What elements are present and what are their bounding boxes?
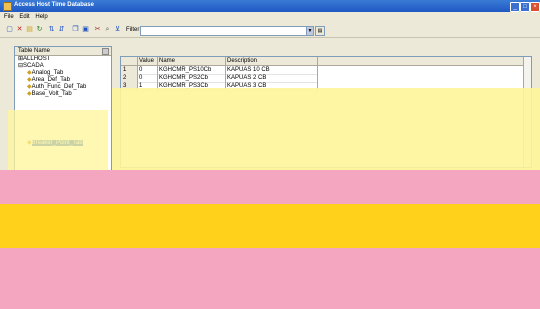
filter-icon[interactable]: ⊻ xyxy=(114,26,121,33)
close-button[interactable]: × xyxy=(530,2,540,12)
open-icon[interactable]: ▤ xyxy=(26,26,33,33)
tree-header-label: Table Name xyxy=(18,48,51,54)
tree-item-label: Area_Def_Tab xyxy=(31,77,70,83)
table-row[interactable]: 3 1 KGHCMR_PS3Cb KAPUAS 3 CB xyxy=(121,82,531,91)
tree-item-base-volt-tab[interactable]: ◆Base_Volt_Tab xyxy=(15,91,111,98)
sort-asc-icon[interactable]: ⇅ xyxy=(48,26,55,33)
column-header-description[interactable]: Description xyxy=(225,57,318,65)
filter-label: Filter: xyxy=(126,27,141,33)
grid-header: Value Name Description xyxy=(121,57,531,66)
tree-item-breaker-point-tab[interactable]: ◆Breaker_Point_Tab xyxy=(15,140,111,147)
paste-icon[interactable]: ▣ xyxy=(82,26,89,33)
menu-edit[interactable]: Edit xyxy=(19,12,29,22)
apply-filter-button[interactable]: ▤ xyxy=(315,26,325,36)
minimize-button[interactable]: _ xyxy=(510,2,520,12)
menu-help[interactable]: Help xyxy=(35,12,47,22)
copy-icon[interactable]: ❐ xyxy=(72,26,79,33)
tree-item-allhost[interactable]: ⊞ALLHOST xyxy=(15,56,111,63)
app-icon xyxy=(3,2,12,11)
tree-item-label: Analog_Tab xyxy=(31,70,64,76)
cell-value[interactable]: 1 xyxy=(137,82,158,91)
data-grid[interactable]: Value Name Description 1 0 KGHCMR_PS10Cb… xyxy=(120,56,532,168)
menu-file[interactable]: File xyxy=(4,12,14,22)
tree-item-auth-func-def-tab[interactable]: ◆Auth_Func_Def_Tab xyxy=(15,84,111,91)
sort-icon[interactable] xyxy=(102,48,109,55)
row-number: 3 xyxy=(121,82,138,91)
maximize-button[interactable]: □ xyxy=(520,2,530,12)
tree-item-label: Base_Volt_Tab xyxy=(31,91,72,97)
tree-item-label: Breaker_Point_Tab xyxy=(31,140,83,146)
title-bar: Access Host Time Database _ □ × xyxy=(0,0,540,12)
refresh-icon[interactable]: ↻ xyxy=(36,26,43,33)
tree-item-area-def-tab[interactable]: ◆Area_Def_Tab xyxy=(15,77,111,84)
cut-icon[interactable]: ✂ xyxy=(94,26,101,33)
pink-overlay-bottom xyxy=(0,248,540,309)
tree-item-label: ALLHOST xyxy=(23,56,51,62)
cell-description[interactable]: KAPUAS 3 CB xyxy=(225,82,318,91)
filter-dropdown-icon[interactable]: ▼ xyxy=(306,26,314,36)
row-number-header xyxy=(121,57,138,65)
toolbar: ▢ ✕ ▤ ↻ ⇅ ⇵ ❐ ▣ ✂ ⌕ ⊻ Filter: ▼ ▤ xyxy=(0,24,540,38)
sort-desc-icon[interactable]: ⇵ xyxy=(58,26,65,33)
new-icon[interactable]: ▢ xyxy=(6,26,13,33)
column-header-value[interactable]: Value xyxy=(137,57,158,65)
cell-name[interactable]: KGHCMR_PS3Cb xyxy=(157,82,226,91)
tree-item-scada[interactable]: ⊟SCADA xyxy=(15,63,111,70)
orange-overlay xyxy=(0,204,540,248)
tree-item-analog-tab[interactable]: ◆Analog_Tab xyxy=(15,70,111,77)
table-icon: ◆ xyxy=(27,140,32,146)
vertical-scrollbar[interactable] xyxy=(523,57,531,167)
delete-icon[interactable]: ✕ xyxy=(16,26,23,33)
menu-bar: File Edit Help xyxy=(0,12,540,22)
tree-header[interactable]: Table Name xyxy=(15,47,111,56)
find-icon[interactable]: ⌕ xyxy=(104,26,111,33)
column-header-name[interactable]: Name xyxy=(157,57,226,65)
table-row[interactable]: 2 0 KGHCMR_PS2Cb KAPUAS 2 CB xyxy=(121,74,531,83)
window-title: Access Host Time Database xyxy=(14,2,94,8)
table-row[interactable]: 1 0 KGHCMR_PS10Cb KAPUAS 10 CB xyxy=(121,66,531,75)
table-tree[interactable]: Table Name ⊞ALLHOST ⊟SCADA ◆Analog_Tab ◆… xyxy=(14,46,112,208)
filter-input[interactable] xyxy=(140,26,314,36)
tree-item-label: SCADA xyxy=(23,63,44,69)
tree-item-label: Auth_Func_Def_Tab xyxy=(31,84,87,90)
